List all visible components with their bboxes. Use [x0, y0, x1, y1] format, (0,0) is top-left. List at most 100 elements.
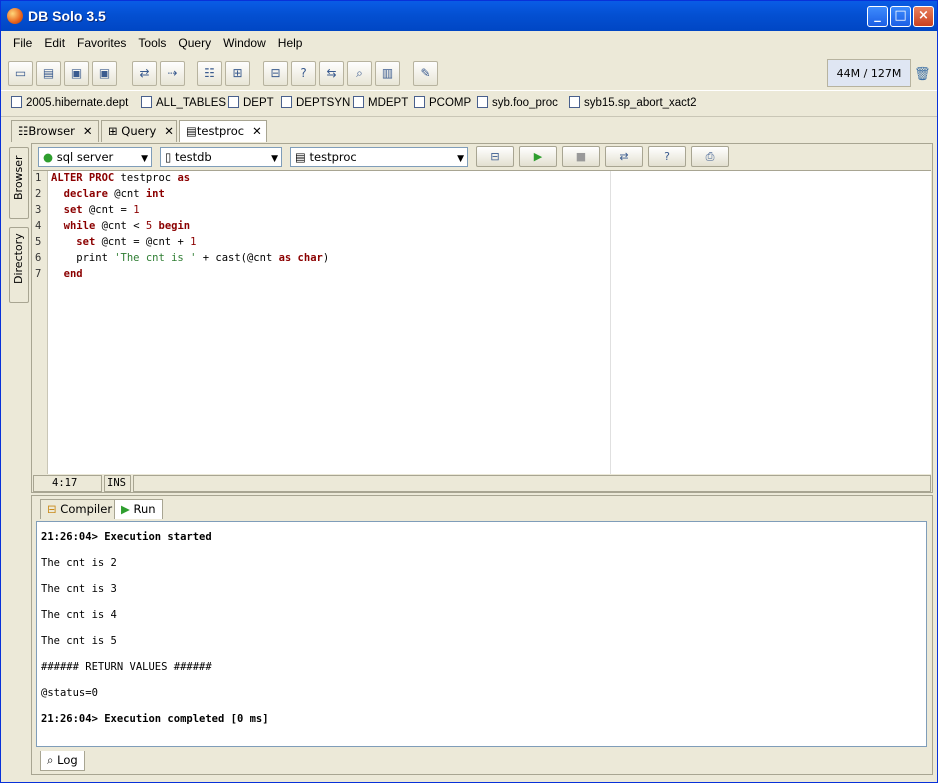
stop-icon[interactable]: ■ [562, 146, 600, 167]
tab-run[interactable]: ▶ Run [114, 499, 163, 519]
table-icon [353, 96, 364, 108]
table-icon [228, 96, 239, 108]
save-all-icon[interactable]: ▣ [92, 61, 117, 86]
favorite-item[interactable]: DEPTSYN [281, 96, 350, 109]
window-title: DB Solo 3.5 [28, 8, 106, 24]
grid-icon: ⊞ [108, 124, 122, 138]
query-grid-icon[interactable]: ⊞ [225, 61, 250, 86]
favorite-item[interactable]: MDEPT [353, 96, 408, 109]
menu-file[interactable]: File [7, 31, 38, 56]
editor-panel: ● sql server ▼ ▯ testdb ▼ ▤ testproc ▼ ⊟ ▶ … [31, 143, 933, 493]
tab-testproc[interactable]: ▤testproc ✕ [179, 120, 267, 142]
schema-icon[interactable]: ⊟ [263, 61, 288, 86]
tab-browser[interactable]: ☷Browser ✕ [11, 120, 99, 142]
format-icon[interactable]: ⇄ [605, 146, 643, 167]
code-editor[interactable]: 1 2 3 4 5 6 7 ALTER PROC testproc as dec… [33, 170, 931, 474]
title-bar: DB Solo 3.5 _ □ × [1, 1, 937, 31]
insert-mode: INS [104, 475, 131, 492]
log-line: @status=0 [41, 687, 98, 699]
log-line: ###### RETURN VALUES ###### [41, 661, 212, 673]
close-button[interactable]: × [913, 6, 934, 27]
save-icon[interactable]: ▣ [64, 61, 89, 86]
favorite-item[interactable]: 2005.hibernate.dept [11, 96, 128, 109]
favorite-item[interactable]: syb.foo_proc [477, 96, 558, 109]
synonym-icon [281, 96, 292, 108]
menu-help[interactable]: Help [272, 31, 309, 56]
print-icon[interactable]: ⎙ [691, 146, 729, 167]
browser-icon[interactable]: ☷ [197, 61, 222, 86]
output-log[interactable]: 21:26:04> Execution started The cnt is 2… [36, 521, 927, 747]
chevron-down-icon: ▼ [457, 154, 464, 164]
compiler-icon: ⊟ [47, 502, 57, 516]
log-line: The cnt is 5 [41, 635, 117, 647]
menu-favorites[interactable]: Favorites [71, 31, 132, 56]
main-toolbar: ▭ ▤ ▣ ▣ ⇄ ⇢ ☷ ⊞ ⊟ ? ⇆ ⌕ ▥ ✎ [1, 57, 937, 91]
memory-indicator[interactable]: 44M / 127M [827, 59, 911, 87]
code-line: end [63, 268, 83, 280]
right-margin-line [610, 171, 611, 474]
procedure-icon [569, 96, 580, 108]
report-icon[interactable]: ▥ [375, 61, 400, 86]
favorite-item[interactable]: ALL_TABLES [141, 96, 226, 109]
code-line: while @cnt < 5 begin [63, 220, 191, 232]
code-line: declare @cnt int [63, 188, 165, 200]
connect-icon[interactable]: ⇄ [132, 61, 157, 86]
run-icon[interactable]: ▶ [519, 146, 557, 167]
output-panel: ⊟ Compiler ▶ Run 21:26:04> Execution sta… [31, 495, 933, 775]
trash-icon[interactable]: 🗑 [914, 67, 931, 82]
log-icon: ⌕ [47, 753, 54, 767]
browser-icon: ☷ [18, 124, 29, 138]
favorite-item[interactable]: PCOMP [414, 96, 471, 109]
sidebar-tab-browser[interactable]: Browser [9, 147, 29, 219]
chevron-down-icon: ▼ [141, 154, 148, 164]
table-icon [414, 96, 425, 108]
help-icon[interactable]: ? [648, 146, 686, 167]
app-window: DB Solo 3.5 _ □ × File Edit Favorites Tools… [0, 0, 938, 783]
app-icon [7, 8, 23, 24]
status-message [133, 475, 931, 492]
log-line: 21:26:04> Execution started [41, 531, 212, 543]
compile-button[interactable]: ⊟ [476, 146, 514, 167]
close-icon[interactable]: ✕ [252, 124, 262, 138]
menu-tools[interactable]: Tools [132, 31, 172, 56]
edit-script-icon[interactable]: ✎ [413, 61, 438, 86]
minimize-button[interactable]: _ [867, 6, 888, 27]
menu-bar: File Edit Favorites Tools Query Window Help [1, 31, 937, 56]
procedure-icon [477, 96, 488, 108]
database-select[interactable]: ▯ testdb ▼ [160, 147, 282, 167]
favorite-item[interactable]: syb15.sp_abort_xact2 [569, 96, 697, 109]
procedure-icon: ▤ [186, 124, 197, 138]
disconnect-icon[interactable]: ⇢ [160, 61, 185, 86]
editor-status-bar: 4:17 INS [33, 475, 931, 492]
line-gutter: 1 2 3 4 5 6 7 [33, 171, 48, 474]
menu-query[interactable]: Query [172, 31, 217, 56]
log-line: The cnt is 3 [41, 583, 117, 595]
open-folder-icon[interactable]: ▭ [8, 61, 33, 86]
log-line: The cnt is 2 [41, 557, 117, 569]
tab-compiler[interactable]: ⊟ Compiler [40, 499, 120, 519]
close-icon[interactable]: ✕ [164, 124, 174, 138]
compare-icon[interactable]: ⇆ [319, 61, 344, 86]
synonym-icon [141, 96, 152, 108]
menu-edit[interactable]: Edit [38, 31, 71, 56]
query-help-icon[interactable]: ? [291, 61, 316, 86]
maximize-button[interactable]: □ [890, 6, 911, 27]
cursor-position: 4:17 [33, 475, 102, 492]
connected-icon: ● [43, 150, 54, 164]
close-icon[interactable]: ✕ [83, 124, 93, 138]
table-icon [11, 96, 22, 108]
menu-window[interactable]: Window [217, 31, 272, 56]
favorite-item[interactable]: DEPT [228, 96, 274, 109]
connection-select[interactable]: ● sql server ▼ [38, 147, 152, 167]
tab-log[interactable]: ⌕ Log [40, 751, 85, 771]
sidebar-tab-directory[interactable]: Directory [9, 227, 29, 303]
search-icon[interactable]: ⌕ [347, 61, 372, 86]
favorites-bar: 2005.hibernate.dept ALL_TABLES DEPT DEPT… [1, 91, 937, 117]
log-line: 21:26:04> Execution completed [0 ms] [41, 713, 269, 725]
object-select[interactable]: ▤ testproc ▼ [290, 147, 468, 167]
side-panel: Browser Directory [5, 143, 31, 779]
log-line: The cnt is 4 [41, 609, 117, 621]
open-recent-icon[interactable]: ▤ [36, 61, 61, 86]
tab-query[interactable]: ⊞ Query ✕ [101, 120, 177, 142]
run-icon: ▶ [121, 502, 130, 516]
